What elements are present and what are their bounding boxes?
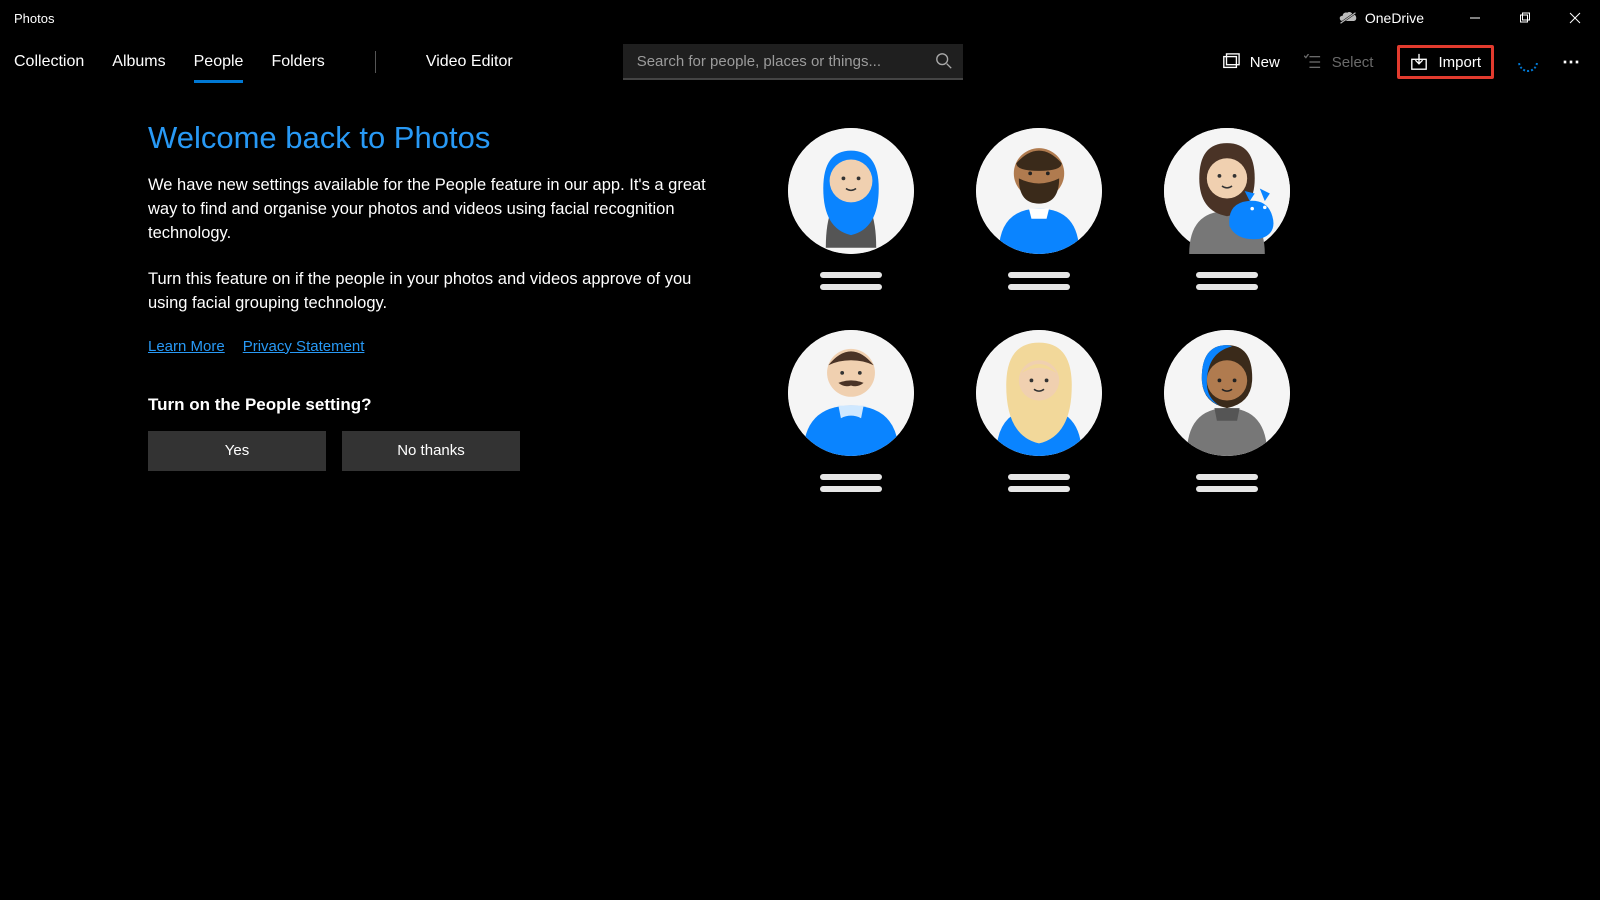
avatar-icon xyxy=(976,330,1102,456)
avatar-woman-blonde xyxy=(976,330,1102,492)
tab-folders[interactable]: Folders xyxy=(271,43,324,81)
avatar-icon xyxy=(976,128,1102,254)
tab-albums[interactable]: Albums xyxy=(112,43,165,81)
people-setting-question: Turn on the People setting? xyxy=(148,395,728,415)
nav-separator xyxy=(375,51,376,73)
avatar-man-beard xyxy=(976,128,1102,290)
page-title: Welcome back to Photos xyxy=(148,120,728,156)
avatar-caption-placeholder xyxy=(1008,474,1070,492)
avatar-woman-hijab xyxy=(788,128,914,290)
tab-collection[interactable]: Collection xyxy=(14,43,84,81)
onedrive-label: OneDrive xyxy=(1365,10,1424,26)
search-icon xyxy=(935,52,953,70)
import-icon xyxy=(1410,53,1428,71)
search-box[interactable] xyxy=(623,44,963,80)
avatar-caption-placeholder xyxy=(1196,474,1258,492)
select-button: Select xyxy=(1304,54,1374,71)
onedrive-status[interactable]: OneDrive xyxy=(1339,10,1424,26)
avatar-woman-cat xyxy=(1164,128,1290,290)
avatar-icon xyxy=(788,330,914,456)
avatar-grid xyxy=(788,128,1290,492)
titlebar: Photos OneDrive xyxy=(0,0,1600,36)
cloud-off-icon xyxy=(1339,11,1357,25)
more-button[interactable]: ⋯ xyxy=(1562,52,1582,73)
new-button[interactable]: New xyxy=(1222,53,1280,71)
import-button[interactable]: Import xyxy=(1397,45,1494,79)
new-icon xyxy=(1222,53,1240,71)
tab-people[interactable]: People xyxy=(194,43,244,81)
avatar-icon xyxy=(1164,330,1290,456)
avatar-caption-placeholder xyxy=(1196,272,1258,290)
new-label: New xyxy=(1250,54,1280,71)
toolbar: Collection Albums People Folders Video E… xyxy=(0,36,1600,88)
avatar-woman-blue-hair xyxy=(1164,330,1290,492)
avatar-icon xyxy=(788,128,914,254)
minimize-button[interactable] xyxy=(1450,0,1500,36)
welcome-paragraph-1: We have new settings available for the P… xyxy=(148,174,728,246)
loading-spinner-icon xyxy=(1514,48,1542,76)
avatar-caption-placeholder xyxy=(820,474,882,492)
no-thanks-button[interactable]: No thanks xyxy=(342,431,520,471)
welcome-panel: Welcome back to Photos We have new setti… xyxy=(148,120,728,492)
avatar-man-mustache xyxy=(788,330,914,492)
main-content: Welcome back to Photos We have new setti… xyxy=(0,88,1600,492)
select-label: Select xyxy=(1332,54,1374,71)
tab-video-editor[interactable]: Video Editor xyxy=(426,43,513,81)
maximize-button[interactable] xyxy=(1500,0,1550,36)
avatar-caption-placeholder xyxy=(820,272,882,290)
privacy-statement-link[interactable]: Privacy Statement xyxy=(243,338,365,355)
learn-more-link[interactable]: Learn More xyxy=(148,338,225,355)
select-icon xyxy=(1304,54,1322,70)
search-input[interactable] xyxy=(637,53,935,70)
avatar-caption-placeholder xyxy=(1008,272,1070,290)
app-title: Photos xyxy=(14,11,54,26)
nav-tabs: Collection Albums People Folders Video E… xyxy=(14,43,513,81)
close-button[interactable] xyxy=(1550,0,1600,36)
welcome-paragraph-2: Turn this feature on if the people in yo… xyxy=(148,268,728,316)
yes-button[interactable]: Yes xyxy=(148,431,326,471)
avatar-icon xyxy=(1164,128,1290,254)
import-label: Import xyxy=(1438,54,1481,71)
